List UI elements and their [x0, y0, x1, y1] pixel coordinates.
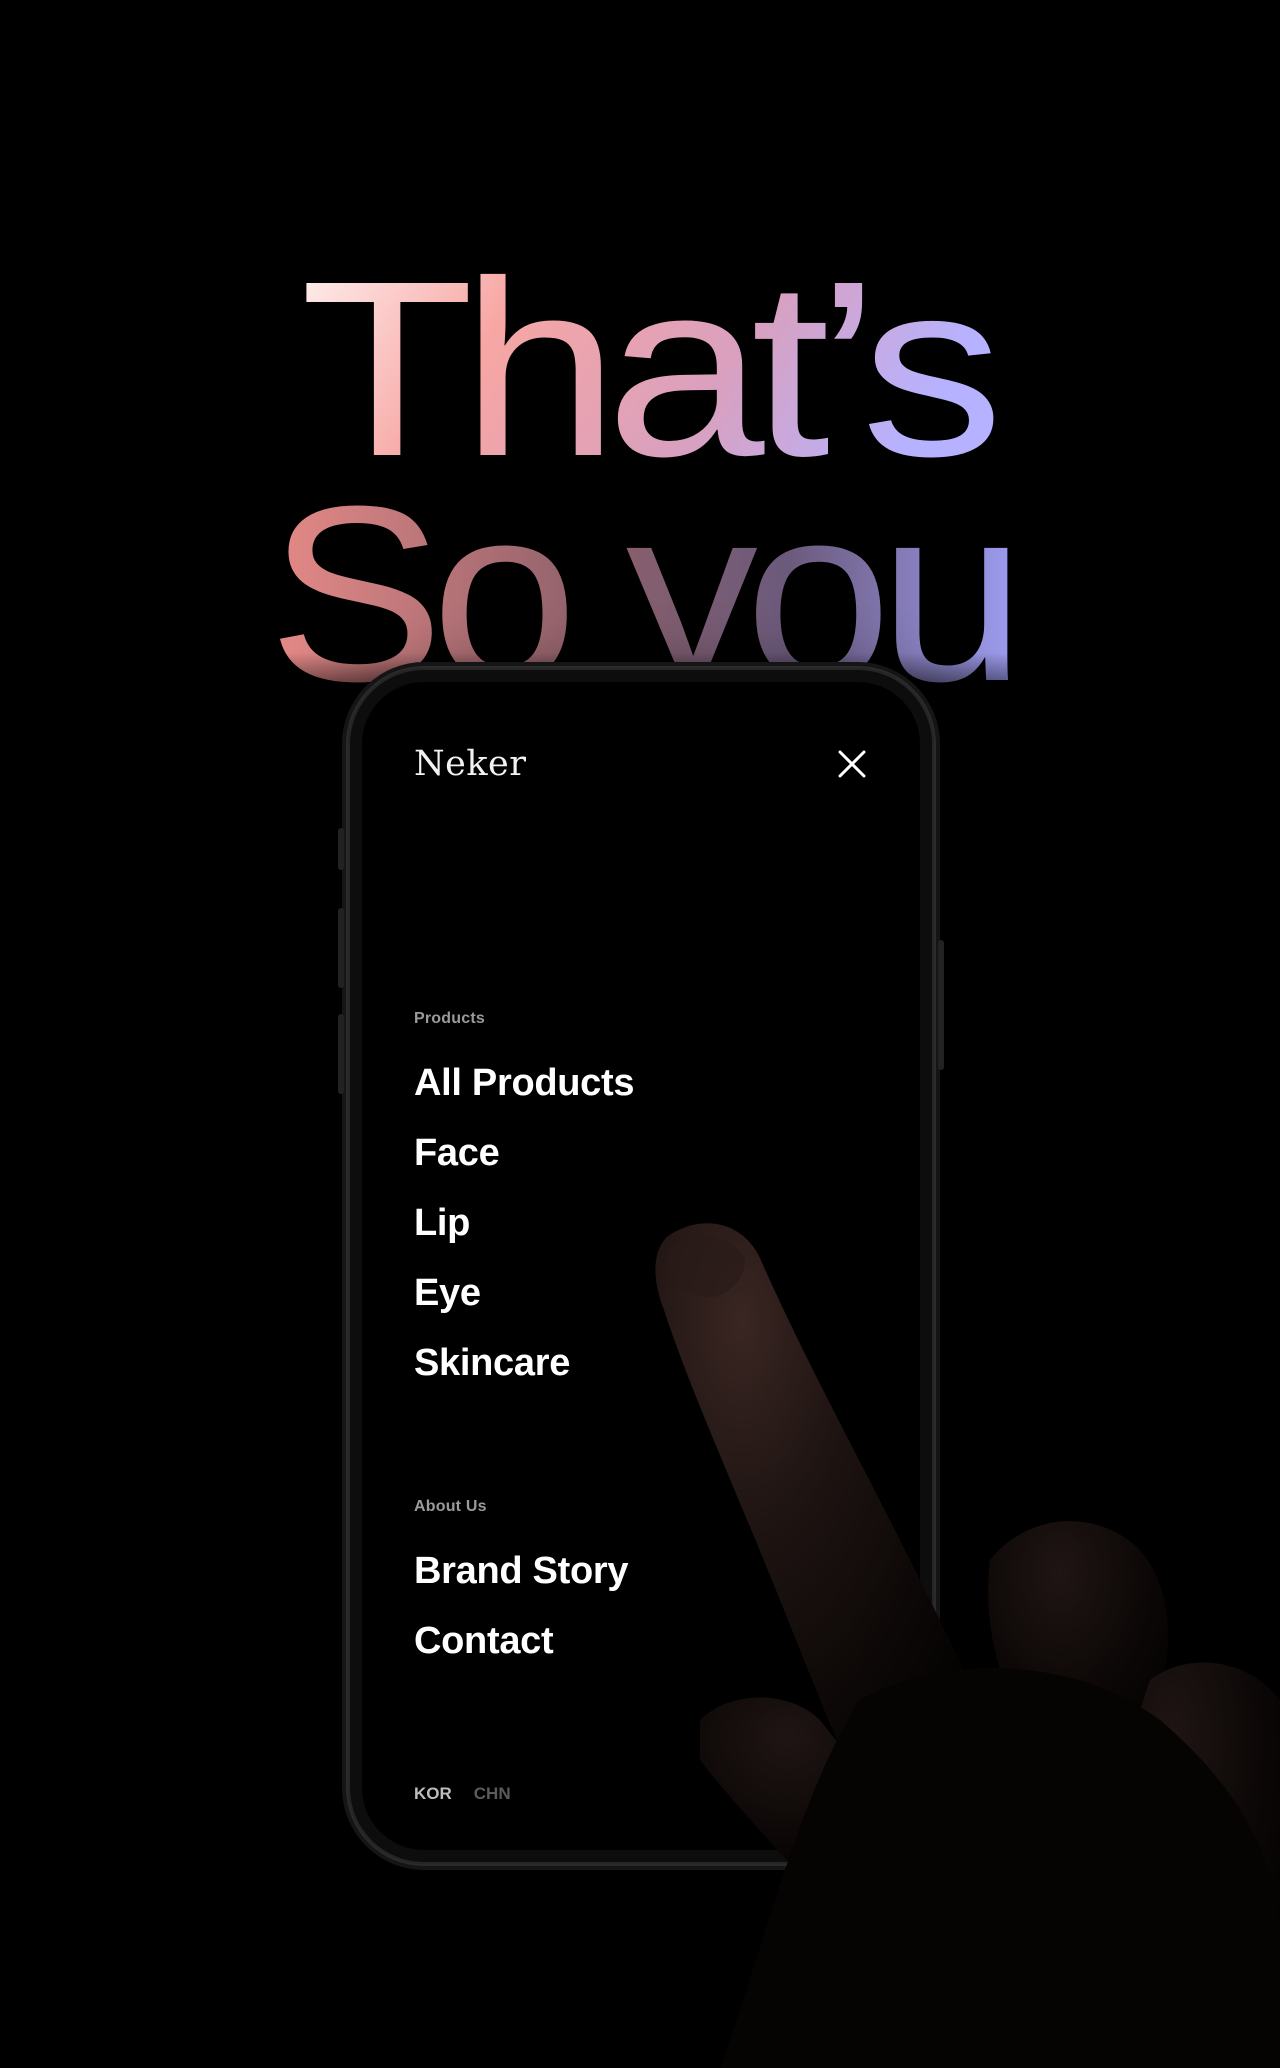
- close-button[interactable]: [832, 744, 872, 784]
- phone-mute-switch: [338, 828, 344, 870]
- phone-volume-down: [338, 1014, 344, 1094]
- about-menu-list: Brand Story Contact: [414, 1536, 628, 1676]
- menu-section-products: Products All Products Face Lip Eye Skinc…: [414, 1010, 635, 1398]
- section-label-products: Products: [414, 1010, 485, 1027]
- language-option-chn[interactable]: CHN: [474, 1784, 511, 1804]
- menu-section-about: About Us Brand Story Contact: [414, 1498, 628, 1676]
- menu-item-brand-story[interactable]: Brand Story: [414, 1536, 628, 1606]
- menu-item-all-products[interactable]: All Products: [414, 1048, 635, 1118]
- menu-header: Neker: [362, 682, 920, 802]
- menu-item-face[interactable]: Face: [414, 1118, 634, 1188]
- language-switcher: KOR CHN: [414, 1784, 511, 1804]
- close-icon: [838, 750, 866, 778]
- products-menu-list: All Products Face Lip Eye Skincare: [414, 1048, 635, 1398]
- menu-item-skincare[interactable]: Skincare: [414, 1328, 634, 1398]
- phone-volume-up: [338, 908, 344, 988]
- hero-headline: That’s So you: [0, 0, 1280, 720]
- menu-item-contact[interactable]: Contact: [414, 1606, 628, 1676]
- menu-item-eye[interactable]: Eye: [414, 1258, 634, 1328]
- phone-power-button: [938, 940, 944, 1070]
- phone-screen: Neker Products All Products Face Lip Eye…: [362, 682, 920, 1850]
- menu-item-lip[interactable]: Lip: [414, 1188, 634, 1258]
- phone-mockup: Neker Products All Products Face Lip Eye…: [338, 668, 944, 1864]
- brand-logo[interactable]: Neker: [414, 744, 527, 784]
- language-option-kor[interactable]: KOR: [414, 1784, 452, 1804]
- section-label-about: About Us: [414, 1498, 487, 1515]
